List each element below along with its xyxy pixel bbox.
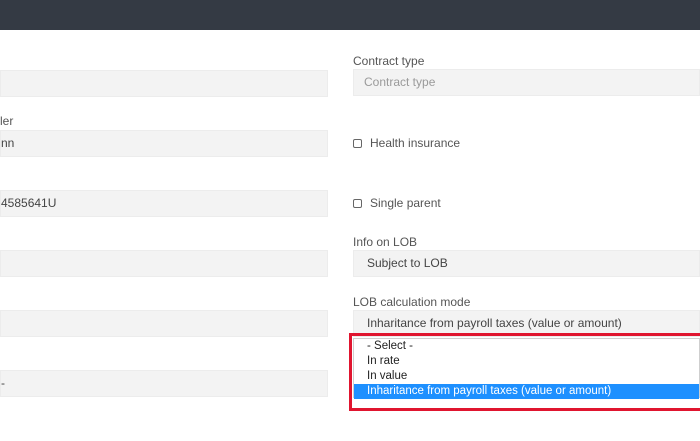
health-insurance-label: Health insurance (370, 136, 461, 150)
lob-calculation-mode-select[interactable]: Inharitance from payroll taxes (value or… (353, 310, 700, 337)
left-field-6[interactable]: - (0, 370, 328, 397)
health-insurance-row[interactable]: Health insurance (353, 136, 460, 150)
dropdown-option-in-value[interactable]: In value (354, 369, 699, 384)
dropdown-option-inheritance-payroll[interactable]: Inharitance from payroll taxes (value or… (354, 384, 699, 399)
single-parent-row[interactable]: Single parent (353, 196, 441, 210)
left-field-4[interactable] (0, 250, 328, 277)
single-parent-checkbox[interactable] (353, 198, 362, 208)
dropdown-option-select[interactable]: - Select - (354, 339, 699, 354)
info-on-lob-select[interactable]: Subject to LOB (353, 250, 700, 277)
dropdown-option-in-rate[interactable]: In rate (354, 354, 699, 369)
left-field-1[interactable] (0, 70, 328, 97)
lob-calculation-mode-dropdown: - Select - In rate In value Inharitance … (353, 338, 700, 399)
left-field-2[interactable]: nn (0, 130, 328, 157)
left-field-3[interactable]: 4585641U (0, 190, 328, 217)
single-parent-label: Single parent (370, 196, 441, 210)
lob-calculation-mode-label: LOB calculation mode (353, 295, 471, 309)
info-on-lob-label: Info on LOB (353, 235, 418, 249)
contract-type-select[interactable]: Contract type (353, 69, 700, 96)
health-insurance-checkbox[interactable] (353, 138, 362, 148)
left-field-5[interactable] (0, 310, 328, 337)
top-navigation-bar (0, 0, 700, 30)
left-field-2-label: ler (0, 114, 14, 128)
contract-type-label: Contract type (353, 54, 425, 68)
